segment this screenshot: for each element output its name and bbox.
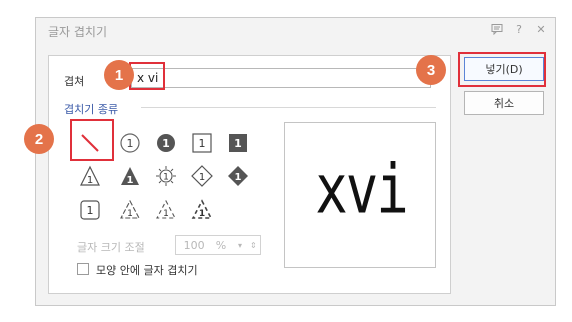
- symbol-none[interactable]: [77, 130, 103, 156]
- symbol-glyph: 1: [199, 209, 205, 219]
- symbol-rounded-square[interactable]: 1: [77, 197, 103, 223]
- step-marker-2: 2: [24, 124, 54, 154]
- symbol-glyph: 1: [127, 209, 133, 219]
- size-label: 글자 크기 조절: [77, 241, 145, 254]
- text-field-label: 겹쳐: [64, 75, 85, 88]
- size-value: 100: [183, 238, 205, 252]
- shape-overlap-checkbox[interactable]: [77, 263, 89, 275]
- symbol-triangle-filled[interactable]: 1: [117, 163, 143, 189]
- symbol-square-filled[interactable]: 1: [225, 130, 251, 156]
- options-panel: 겹쳐 x vi 겹치기 종류 1 1 1 1 1 1 1 1 1 1 1 1 1…: [48, 55, 451, 294]
- symbol-glyph: 1: [127, 137, 134, 150]
- symbol-triangle-outline[interactable]: 1: [77, 163, 103, 189]
- symbol-recycle-bold[interactable]: 1: [189, 197, 215, 223]
- symbol-glyph: 1: [127, 175, 134, 186]
- symbol-diamond-outline[interactable]: 1: [189, 163, 215, 189]
- symbol-glyph: 1: [162, 137, 170, 150]
- size-unit: %: [215, 238, 227, 252]
- insert-button[interactable]: 넣기(D): [464, 57, 544, 81]
- symbol-glyph: 1: [163, 173, 169, 183]
- symbol-glyph: 1: [235, 172, 242, 183]
- symbol-circle-outline[interactable]: 1: [117, 130, 143, 156]
- cancel-button[interactable]: 취소: [464, 91, 544, 115]
- step-marker-3: 3: [416, 55, 446, 85]
- shape-overlap-label: 모양 안에 글자 겹치기: [96, 264, 198, 277]
- symbol-glyph: 1: [87, 204, 94, 217]
- size-spinner[interactable]: 100 % ▾ ⇕: [175, 235, 261, 255]
- symbol-glyph: 1: [199, 172, 205, 183]
- symbol-glyph: 1: [87, 175, 93, 186]
- symbol-sun[interactable]: 1: [153, 163, 179, 189]
- overlap-text-input[interactable]: x vi: [131, 68, 431, 88]
- symbol-circle-filled[interactable]: 1: [153, 130, 179, 156]
- unit-dropdown-icon[interactable]: ▾: [233, 241, 246, 250]
- symbol-diamond-filled[interactable]: 1: [225, 163, 251, 189]
- symbol-glyph: 1: [199, 137, 206, 150]
- spin-arrows-icon[interactable]: ⇕: [247, 241, 260, 250]
- overlap-type-title: 겹치기 종류: [64, 103, 119, 116]
- step-marker-1: 1: [104, 60, 134, 90]
- symbol-recycle-arrows[interactable]: 1: [153, 197, 179, 223]
- symbol-recycle-outline[interactable]: 1: [117, 197, 143, 223]
- symbol-glyph: 1: [163, 209, 169, 219]
- symbol-square-outline[interactable]: 1: [189, 130, 215, 156]
- preview-box: xvi: [284, 122, 436, 268]
- preview-text: xvi: [315, 150, 409, 229]
- symbol-glyph: 1: [234, 137, 242, 150]
- section-divider: [141, 107, 436, 108]
